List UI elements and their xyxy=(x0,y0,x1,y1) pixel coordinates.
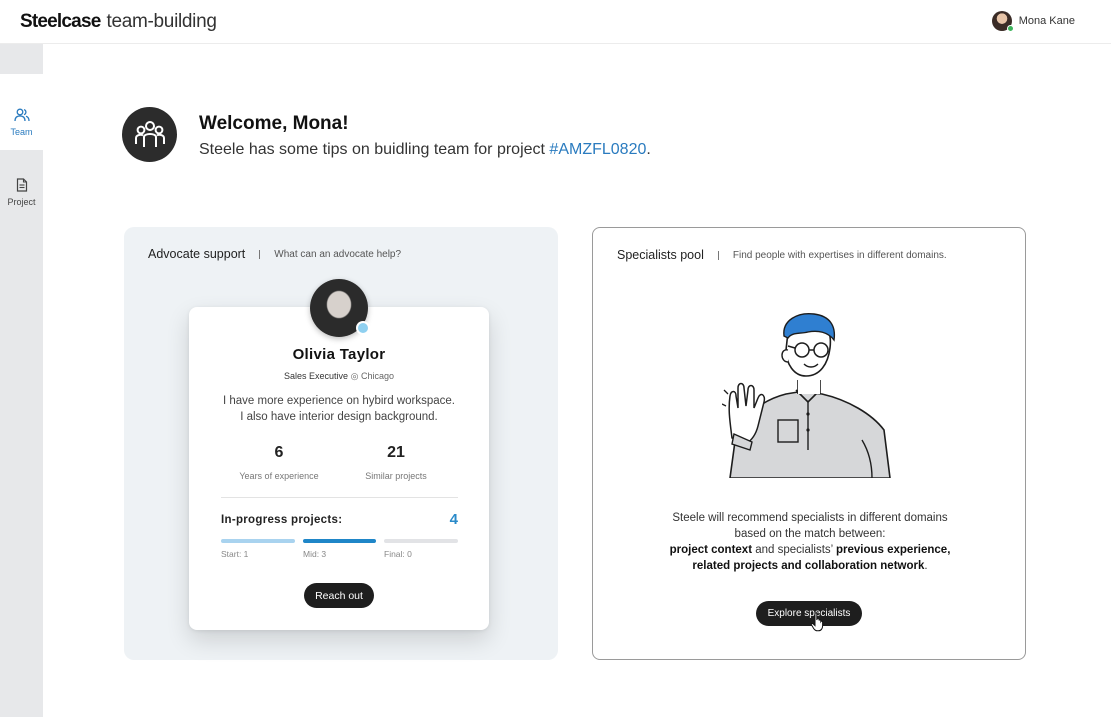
desc-line: Steele will recommend specialists in dif… xyxy=(672,512,948,524)
advocate-avatar[interactable] xyxy=(310,279,370,337)
avatar[interactable] xyxy=(991,11,1014,32)
panel-title: Advocate support xyxy=(148,247,246,261)
desc-text: and specialists’ xyxy=(752,544,836,556)
progress-bar-start xyxy=(221,539,295,543)
advocate-role: Sales Executive ◎ Chicago xyxy=(189,371,489,382)
sidebar-item-label: Project xyxy=(7,197,36,207)
specialists-description: Steele will recommend specialists in dif… xyxy=(620,510,1000,574)
subtitle-text: Steele has some tips on buidling team fo… xyxy=(199,141,550,158)
product-name: team-building xyxy=(106,11,217,32)
location-icon: ◎ xyxy=(350,371,359,381)
advocate-name: Olivia Taylor xyxy=(292,346,386,363)
bio-line: I also have interior design background. xyxy=(240,411,438,423)
desc-text: . xyxy=(924,560,928,572)
bio-line: I have more experience on hybird workspa… xyxy=(222,395,456,407)
desc-line: project context and specialists’ previou… xyxy=(620,542,1000,558)
subtitle-end: . xyxy=(646,141,651,158)
role-text: Sales Executive xyxy=(284,371,349,381)
stage-label-final: Final: 0 xyxy=(384,549,412,559)
divider xyxy=(717,250,719,260)
advocate-bio: I have more experience on hybird workspa… xyxy=(199,393,479,425)
app-logo[interactable]: Steelcase team-building xyxy=(20,11,217,33)
panel-hint: Find people with expertises in different… xyxy=(732,249,947,261)
project-code-link[interactable]: #AMZFL0820 xyxy=(549,141,646,158)
page-title: Welcome, Mona! xyxy=(199,113,349,134)
desc-bold: related projects and collaboration netwo… xyxy=(692,560,925,572)
reach-out-button[interactable]: Reach out xyxy=(304,583,374,608)
in-progress-count: 4 xyxy=(449,511,458,528)
document-icon xyxy=(16,178,27,192)
people-icon xyxy=(13,108,30,122)
waving-person-illustration xyxy=(722,313,891,478)
top-header: Steelcase team-building Mona Kane xyxy=(0,0,1111,44)
desc-bold: project context xyxy=(669,544,753,556)
desc-line: related projects and collaboration netwo… xyxy=(620,558,1000,574)
brand-name: Steelcase xyxy=(20,11,101,32)
location-text: Chicago xyxy=(360,371,394,381)
team-logo-icon xyxy=(122,107,177,162)
hand-cursor-icon xyxy=(810,612,824,632)
stat-value: 6 xyxy=(274,444,284,461)
progress-bar-final xyxy=(384,539,458,543)
sidebar: Team Project xyxy=(0,44,43,717)
stat-label: Similar projects xyxy=(365,471,427,481)
user-name: Mona Kane xyxy=(1018,15,1075,27)
desc-line: based on the match between: xyxy=(734,528,886,540)
sidebar-item-project[interactable]: Project xyxy=(0,144,43,220)
user-menu[interactable]: Mona Kane xyxy=(991,11,1075,32)
progress-bar-mid xyxy=(303,539,376,543)
status-badge xyxy=(356,321,370,335)
sidebar-item-label: Team xyxy=(10,127,33,137)
online-status-dot xyxy=(1006,25,1014,32)
welcome-subtitle: Steele has some tips on buidling team fo… xyxy=(199,141,651,159)
sidebar-item-team[interactable]: Team xyxy=(0,74,43,150)
stage-label-mid: Mid: 3 xyxy=(303,549,327,559)
divider xyxy=(259,249,261,259)
stat-years: 6 Years of experience xyxy=(219,444,339,481)
stat-label: Years of experience xyxy=(239,471,319,481)
divider xyxy=(221,497,458,498)
explore-specialists-button[interactable]: Explore specialists xyxy=(756,601,862,626)
stage-label-start: Start: 1 xyxy=(221,549,249,559)
stat-value: 21 xyxy=(387,444,405,461)
stat-projects: 21 Similar projects xyxy=(336,444,456,481)
in-progress-label: In-progress projects: xyxy=(221,514,343,526)
panel-title: Specialists pool xyxy=(617,248,704,262)
desc-bold: previous experience, xyxy=(835,544,951,556)
panel-hint: What can an advocate help? xyxy=(274,248,402,260)
